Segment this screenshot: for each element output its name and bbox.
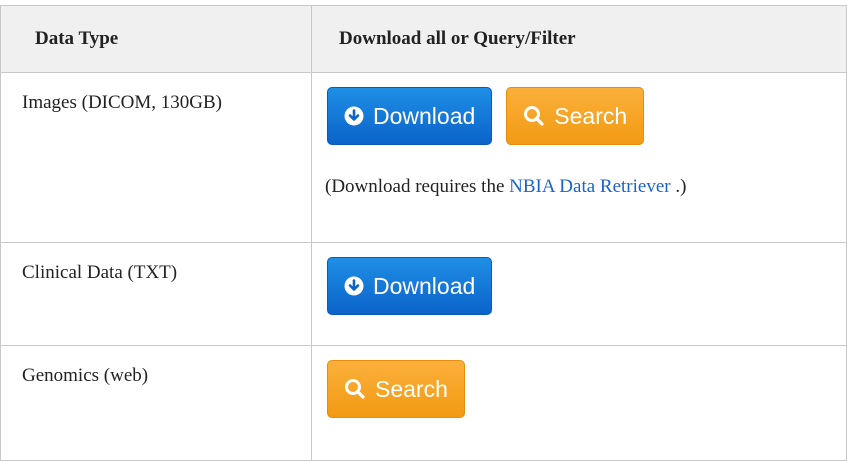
search-genomics-button[interactable]: Search xyxy=(327,360,465,418)
nbia-data-retriever-link[interactable]: NBIA Data Retriever xyxy=(509,176,670,197)
cell-data-type: Genomics (web) xyxy=(0,345,312,461)
search-label: Search xyxy=(375,375,448,402)
download-clinical-button[interactable]: Download xyxy=(327,257,493,315)
cell-data-type: Clinical Data (TXT) xyxy=(0,242,312,346)
table-row-images: Images (DICOM, 130GB) Download Search (D… xyxy=(0,72,847,243)
search-label: Search xyxy=(554,102,628,129)
download-images-button[interactable]: Download xyxy=(327,87,493,145)
magnifier-icon xyxy=(344,378,366,400)
retriever-note: (Download requires the NBIA Data Retriev… xyxy=(325,176,846,198)
table-header-row: Data Type Download all or Query/Filter xyxy=(0,5,847,73)
cell-actions: Search xyxy=(311,345,847,461)
cell-data-type: Images (DICOM, 130GB) xyxy=(0,72,312,243)
circle-arrow-down-icon xyxy=(344,276,364,296)
download-label: Download xyxy=(373,102,476,129)
header-download-query: Download all or Query/Filter xyxy=(311,5,847,73)
note-prefix: (Download requires the xyxy=(325,176,510,197)
table-row-genomics: Genomics (web) Search xyxy=(0,345,847,461)
search-images-button[interactable]: Search xyxy=(506,87,645,145)
cell-actions: Download Search (Download requires the N… xyxy=(311,72,847,243)
note-suffix: .) xyxy=(670,176,687,197)
magnifier-icon xyxy=(523,105,545,127)
data-access-table: Data Type Download all or Query/Filter I… xyxy=(0,5,847,461)
header-data-type: Data Type xyxy=(0,5,312,73)
circle-arrow-down-icon xyxy=(344,106,364,126)
download-label: Download xyxy=(373,272,476,299)
cell-actions: Download xyxy=(311,242,847,346)
table-row-clinical: Clinical Data (TXT) Download xyxy=(0,242,847,346)
